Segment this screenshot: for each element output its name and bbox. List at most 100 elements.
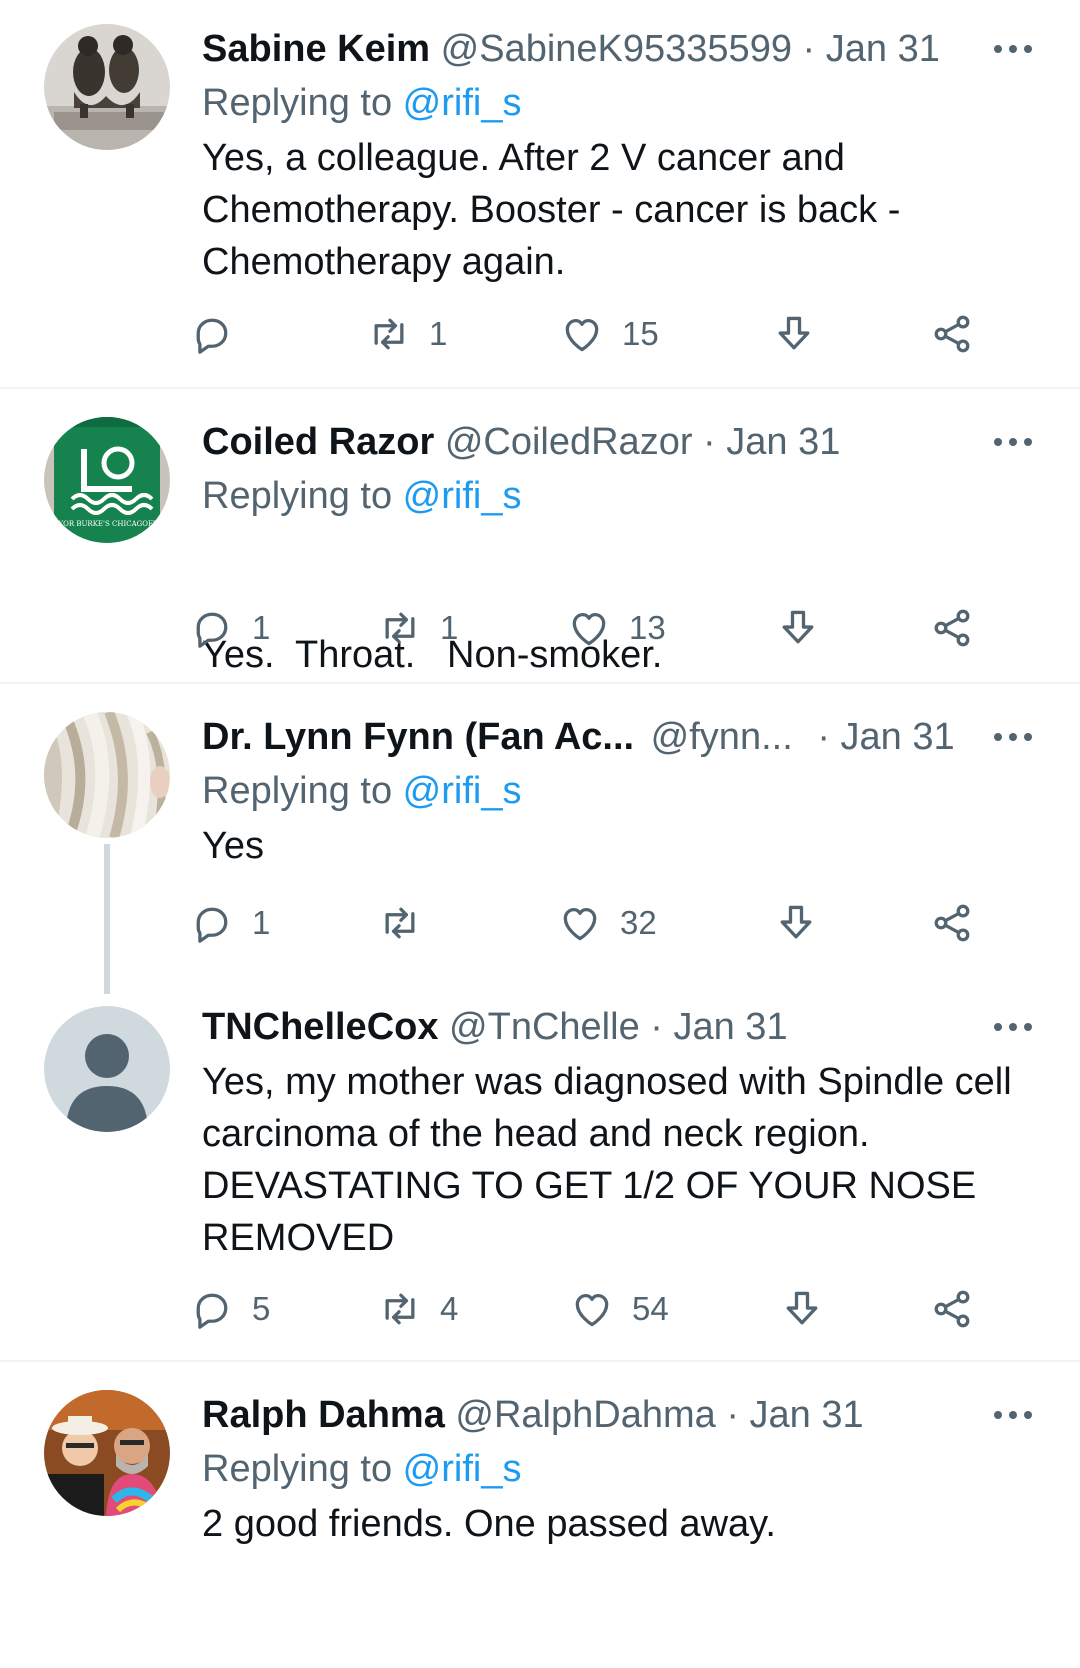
share-button[interactable] [930,603,974,653]
replying-to-label: Replying to [202,770,403,812]
reply-button[interactable] [190,309,252,359]
retweet-count: 1 [440,609,459,646]
retweet-button[interactable]: 4 [378,1284,458,1334]
replying-to-mention[interactable]: @rifi_s [403,1448,522,1490]
tweet-actions: 5 4 54 [196,1284,1052,1334]
avatar[interactable]: MAYOR BURKE'S CHICAGOFEST [44,417,170,543]
more-options-icon[interactable] [994,43,1034,55]
like-button[interactable]: 15 [560,309,659,359]
retweet-icon [385,907,415,939]
more-options-icon[interactable] [994,731,1034,743]
reply-icon [196,907,228,943]
replying-to-mention[interactable]: @rifi_s [403,82,522,124]
user-handle[interactable]: @fynn... [651,716,793,758]
avatar[interactable] [44,24,170,150]
heart-icon [572,612,606,646]
retweet-icon [385,612,415,644]
retweet-button[interactable]: 1 [378,603,458,653]
user-handle[interactable]: @SabineK95335599 [441,28,792,70]
user-handle[interactable]: @CoiledRazor [445,421,693,463]
like-button[interactable]: 13 [567,603,666,653]
display-name[interactable]: Coiled Razor [202,421,434,463]
replying-to: Replying to @rifi_s [202,768,521,814]
divider [0,1360,1080,1362]
replying-to-mention[interactable]: @rifi_s [403,770,522,812]
heart-icon [563,907,597,941]
download-button[interactable] [776,603,820,653]
retweet-button[interactable] [378,898,440,948]
tweet-date[interactable]: Jan 31 [841,716,955,758]
avatar[interactable] [44,1006,170,1132]
share-icon [934,609,970,647]
avatar[interactable] [44,712,170,838]
display-name[interactable]: TNChelleCox [202,1006,438,1048]
share-button[interactable] [930,1284,974,1334]
tweet-text-line: 2 good friends. One passed away. [202,1503,776,1545]
display-name[interactable]: Dr. Lynn Fynn (Fan Ac... [202,716,634,758]
share-button[interactable] [930,309,974,359]
download-button[interactable] [774,898,818,948]
bronze-statue-avatar-icon [44,24,170,150]
download-button[interactable] [780,1284,824,1334]
reply-icon [196,1293,228,1329]
tweet-text: 2 good friends. One passed away. [202,1498,1042,1550]
tweet-date[interactable]: Jan 31 [750,1394,864,1436]
reply-button[interactable]: 1 [190,898,270,948]
reply-count: 5 [252,1290,271,1327]
more-options-icon[interactable] [994,1409,1034,1421]
tweet-header: TNChelleCox @TnChelle · Jan 31 [202,1004,788,1050]
like-count: 15 [622,315,659,352]
divider [0,682,1080,684]
share-button[interactable] [930,898,974,948]
tweet-text-line: Yes [202,825,264,867]
reply-button[interactable]: 1 [190,603,270,653]
download-button[interactable] [772,309,816,359]
separator-dot: · [726,1394,739,1436]
tweet-date[interactable]: Jan 31 [726,421,840,463]
tweet-text: Yes [202,820,1042,872]
tweet-header: Sabine Keim @SabineK95335599 · Jan 31 [202,26,940,72]
replying-to-mention[interactable]: @rifi_s [403,475,522,517]
download-arrow-icon [782,610,814,644]
share-icon [934,1290,970,1328]
blonde-hair-avatar-icon [44,712,170,838]
display-name[interactable]: Ralph Dahma [202,1394,445,1436]
avatar[interactable] [44,1390,170,1516]
like-count: 54 [632,1290,669,1327]
heart-icon [565,318,599,352]
reply-icon [196,612,228,648]
reply-button[interactable]: 5 [190,1284,270,1334]
tweet-header: Dr. Lynn Fynn (Fan Ac... @fynn... · Jan … [202,714,955,760]
like-count: 13 [629,609,666,646]
separator-dot: · [817,716,830,758]
like-button[interactable]: 32 [558,898,657,948]
more-options-icon[interactable] [994,1021,1034,1033]
like-button[interactable]: 54 [570,1284,669,1334]
like-count: 32 [620,904,657,941]
couple-photo-avatar-icon [44,1390,170,1516]
heart-icon [575,1293,609,1327]
reply-icon [196,318,228,354]
more-options-icon[interactable] [994,436,1034,448]
tweet-text-line: Yes, my mother was diagnosed with Spindl… [202,1061,1012,1103]
display-name[interactable]: Sabine Keim [202,28,430,70]
retweet-button[interactable]: 1 [367,309,447,359]
share-icon [934,315,970,353]
separator-dot: · [703,421,716,463]
user-handle[interactable]: @TnChelle [449,1006,640,1048]
reply-count: 1 [252,904,271,941]
replying-to-label: Replying to [202,1448,403,1490]
tweet-text: Yes, my mother was diagnosed with Spindl… [202,1056,1042,1264]
tweet-date[interactable]: Jan 31 [673,1006,787,1048]
retweet-icon [385,1293,415,1325]
separator-dot: · [802,28,816,70]
replying-to-label: Replying to [202,475,403,517]
tweet-text-line: REMOVED [202,1217,395,1259]
replying-to: Replying to @rifi_s [202,80,521,126]
user-handle[interactable]: @RalphDahma [455,1394,715,1436]
tweet-text-line: Chemotherapy. Booster - cancer is back - [202,189,901,231]
thread-line [104,844,110,994]
tweet-header: Ralph Dahma @RalphDahma · Jan 31 [202,1392,864,1438]
tweet-date[interactable]: Jan 31 [826,28,940,70]
retweet-count: 4 [440,1290,459,1327]
